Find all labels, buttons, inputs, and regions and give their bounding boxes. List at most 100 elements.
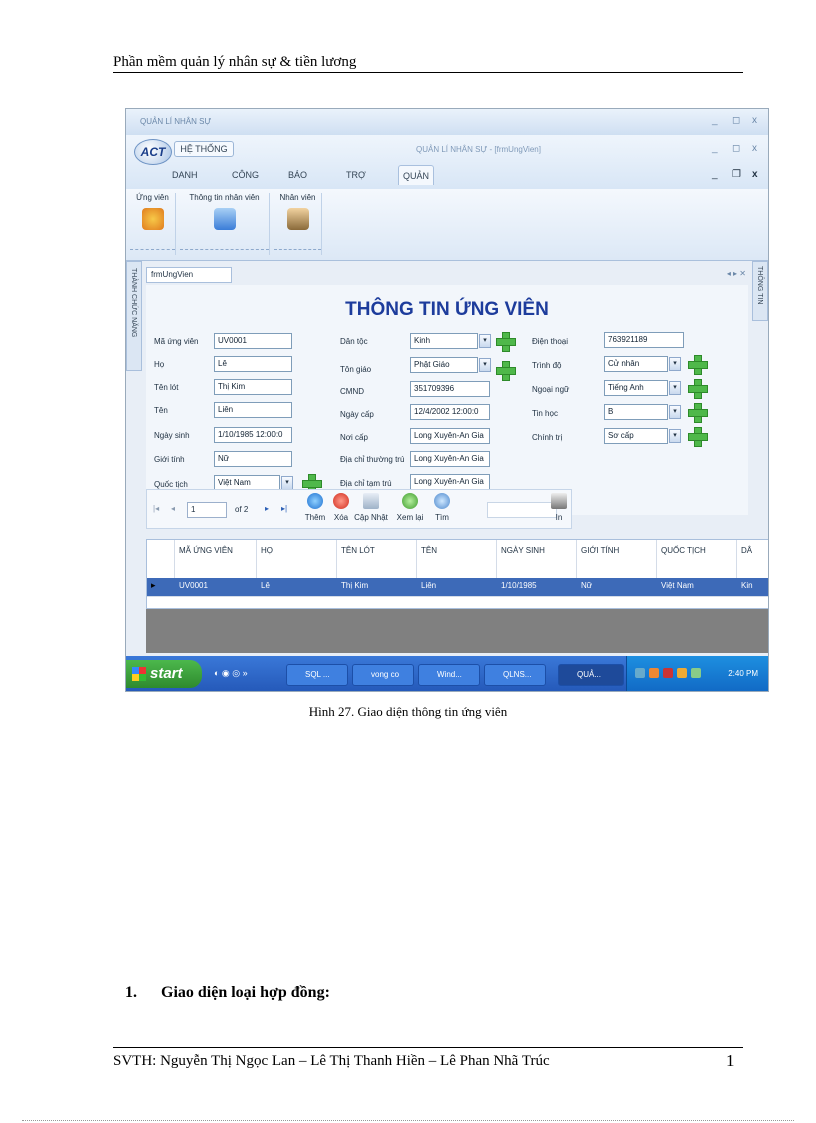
move-last-icon[interactable]: ▸| [281, 504, 287, 513]
inner-maximize-icon[interactable]: ◻ [732, 143, 740, 154]
column-header-ten-lot[interactable]: TÊN LÓT [337, 540, 417, 578]
add-ton-giao-plus-icon[interactable] [496, 361, 516, 381]
cell-gioi-tinh[interactable]: Nữ [581, 581, 592, 590]
label-ngay-sinh: Ngày sinh [154, 431, 190, 440]
taskbar-item-vong-co[interactable]: vong co [352, 664, 414, 686]
add-chinh-tri-plus-icon[interactable] [688, 427, 708, 447]
move-previous-icon[interactable]: ◂ [171, 504, 175, 513]
tray-v-icon[interactable] [663, 668, 673, 678]
taskbar: start ◐ ◉ ◎ » SQL ... vong co Wind... QL… [126, 656, 768, 691]
position-input[interactable]: 1 [187, 502, 227, 518]
label-noi-cap: Nơi cấp [340, 433, 368, 442]
input-ten[interactable]: Liên [214, 402, 292, 418]
cell-ma-ung-vien[interactable]: UV0001 [179, 581, 208, 590]
chevron-down-icon[interactable]: ▾ [479, 334, 491, 348]
input-noi-cap[interactable]: Long Xuyên-An Gia [410, 428, 490, 444]
form-title: THÔNG TIN ỨNG VIÊN [345, 299, 549, 320]
page-header: Phần mềm quản lý nhân sự & tiền lương [113, 54, 357, 70]
tab-bao-cao[interactable]: BÁO CÁO [288, 165, 308, 200]
chevron-down-icon[interactable]: ▾ [669, 381, 681, 395]
chevron-down-icon[interactable]: ▾ [281, 476, 293, 490]
search-input[interactable] [487, 502, 557, 518]
input-dia-chi-tam-tru[interactable]: Long Xuyên-An Gia [410, 474, 490, 490]
label-ten-lot: Tên lót [154, 383, 179, 392]
tray-security-icon[interactable] [677, 668, 687, 678]
quick-launch-icons[interactable]: ◐ ◉ ◎ » [214, 668, 248, 679]
input-ma-ung-vien[interactable]: UV0001 [214, 333, 292, 349]
close-icon[interactable]: x [752, 115, 757, 126]
select-ngoai-ngu[interactable]: Tiếng Anh [604, 380, 668, 396]
side-panel-left[interactable]: THÀNH CHỨC NĂNG [126, 261, 142, 371]
column-header-ngay-sinh[interactable]: NGÀY SINH [497, 540, 577, 578]
start-button[interactable]: start [126, 660, 202, 688]
input-gioi-tinh[interactable]: Nữ [214, 451, 292, 467]
input-ngay-sinh[interactable]: 1/10/1985 12:00:0 [214, 427, 292, 443]
column-header-ma-ung-vien[interactable]: MÃ ỨNG VIÊN [175, 540, 257, 578]
inner-close-icon[interactable]: x [752, 143, 757, 154]
chevron-down-icon[interactable]: ▾ [669, 429, 681, 443]
column-header-gioi-tinh[interactable]: GIỚI TÍNH [577, 540, 657, 578]
taskbar-item-wind[interactable]: Wind... [418, 664, 480, 686]
app-logo: ACT [134, 139, 172, 165]
inner-minimize-icon[interactable]: _ [712, 143, 718, 154]
move-first-icon[interactable]: |◂ [153, 504, 159, 513]
select-dan-toc[interactable]: Kinh [410, 333, 478, 349]
tray-network-icon[interactable] [635, 668, 645, 678]
ribbon-nhan-vien-button[interactable]: Nhân viên [274, 193, 322, 255]
cell-ngay-sinh[interactable]: 1/10/1985 [501, 581, 537, 590]
tab-tro-giup[interactable]: TRỢ GIÚP [346, 165, 368, 200]
ribbon-minimize-icon[interactable]: _ [712, 169, 718, 180]
ribbon-ung-vien-button[interactable]: Ứng viên [130, 193, 176, 255]
system-menu-button[interactable]: HỆ THỐNG [174, 141, 234, 157]
column-header-ho[interactable]: HỌ [257, 540, 337, 578]
add-tin-hoc-plus-icon[interactable] [688, 403, 708, 423]
tray-volume-icon[interactable] [691, 668, 701, 678]
column-header-dan-toc[interactable]: DÂ [737, 540, 768, 578]
select-trinh-do[interactable]: Cử nhân [604, 356, 668, 372]
label-cmnd: CMND [340, 387, 364, 396]
side-panel-right[interactable]: THÔNG TIN [752, 261, 768, 321]
input-dien-thoai[interactable]: 763921189 [604, 332, 684, 348]
chevron-down-icon[interactable]: ▾ [669, 405, 681, 419]
document-tab[interactable]: frmUngVien [146, 267, 232, 283]
cell-ho[interactable]: Lê [261, 581, 270, 590]
ribbon-close-icon[interactable]: x [752, 169, 758, 180]
minimize-icon[interactable]: _ [712, 115, 718, 126]
chevron-down-icon[interactable]: ▾ [479, 358, 491, 372]
column-header-quoc-tich[interactable]: QUỐC TỊCH [657, 540, 737, 578]
document-tab-controls[interactable]: ◂ ▸ ✕ [727, 269, 746, 278]
figure-caption: Hình 27. Giao diện thông tin ứng viên [308, 704, 508, 719]
ribbon-thong-tin-nhan-vien-button[interactable]: Thông tin nhân viên [180, 193, 270, 255]
chevron-down-icon[interactable]: ▾ [669, 357, 681, 371]
select-tin-hoc[interactable]: B [604, 404, 668, 420]
label-ma-ung-vien: Mã ứng viên [154, 337, 199, 346]
add-dan-toc-plus-icon[interactable] [496, 332, 516, 352]
cell-ten[interactable]: Liên [421, 581, 436, 590]
cell-dan-toc[interactable]: Kin [741, 581, 753, 590]
cell-ten-lot[interactable]: Thị Kim [341, 581, 368, 590]
add-ngoai-ngu-plus-icon[interactable] [688, 379, 708, 399]
taskbar-item-quan-ly[interactable]: QUẢ... [558, 664, 624, 686]
tab-danh-muc[interactable]: DANH MỤC [172, 165, 198, 200]
tab-cong-cu[interactable]: CÔNG CỤ [232, 165, 259, 200]
binding-navigator: |◂ ◂ 1 of 2 ▸ ▸| Thêm Xóa Cập Nhật Xem l… [146, 489, 572, 529]
cell-quoc-tich[interactable]: Việt Nam [661, 581, 694, 590]
input-cmnd[interactable]: 351709396 [410, 381, 490, 397]
input-ten-lot[interactable]: Thị Kim [214, 379, 292, 395]
input-ho[interactable]: Lê [214, 356, 292, 372]
taskbar-item-sql[interactable]: SQL ... [286, 664, 348, 686]
ribbon-restore-icon[interactable]: ❐ [732, 169, 741, 180]
clock: 2:40 PM [728, 669, 758, 678]
taskbar-item-qlns[interactable]: QLNS... [484, 664, 546, 686]
input-ngay-cap[interactable]: 12/4/2002 12:00:0 [410, 404, 490, 420]
tray-app-icon[interactable] [649, 668, 659, 678]
select-chinh-tri[interactable]: Sơ cấp [604, 428, 668, 444]
move-next-icon[interactable]: ▸ [265, 504, 269, 513]
column-header-ten[interactable]: TÊN [417, 540, 497, 578]
table-row-new[interactable] [147, 596, 768, 610]
select-ton-giao[interactable]: Phật Giáo [410, 357, 478, 373]
tab-quan-ly-nhan-su[interactable]: QUẢN LÝ NHÂN SỰ [398, 165, 435, 241]
maximize-icon[interactable]: ◻ [732, 115, 740, 126]
input-dia-chi-thuong-tru[interactable]: Long Xuyên-An Gia [410, 451, 490, 467]
add-trinh-do-plus-icon[interactable] [688, 355, 708, 375]
